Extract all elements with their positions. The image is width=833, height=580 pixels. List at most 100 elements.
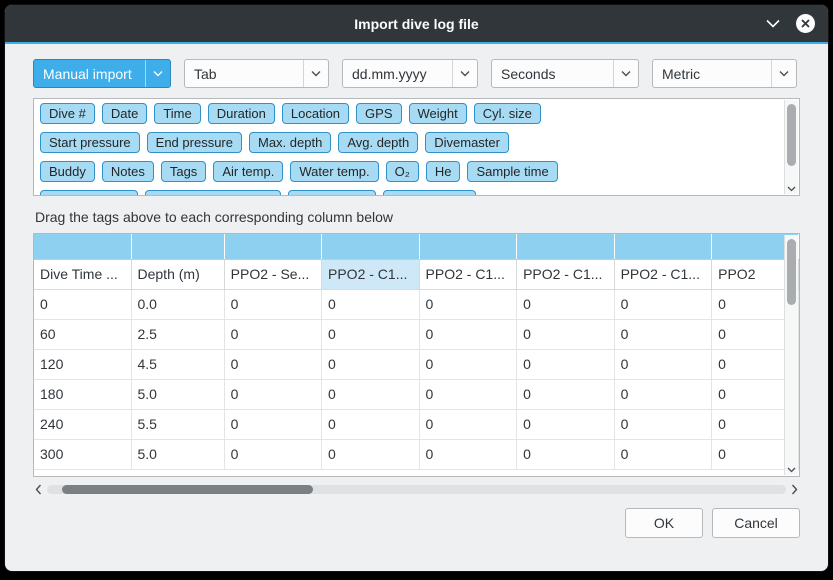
table-cell: 5.0 <box>131 379 224 409</box>
drop-target-cell[interactable] <box>224 234 321 259</box>
table-cell: 0 <box>322 439 420 469</box>
column-tag[interactable]: Time <box>154 103 200 124</box>
table-cell: 0 <box>322 319 420 349</box>
column-header[interactable]: Depth (m) <box>131 259 224 289</box>
column-tag[interactable]: Max. depth <box>249 132 331 153</box>
titlebar[interactable]: Import dive log file <box>5 5 828 42</box>
column-header[interactable]: PPO2 - Se... <box>224 259 321 289</box>
table-cell: 0 <box>224 349 321 379</box>
column-tag[interactable]: Weight <box>409 103 467 124</box>
chevron-down-icon <box>613 60 638 87</box>
table-cell: 5.0 <box>131 439 224 469</box>
table-cell: 0 <box>322 379 420 409</box>
column-tag[interactable]: End pressure <box>147 132 242 153</box>
tag-pool: Dive # Date Time Duration Location GPS Weight C… <box>33 98 800 196</box>
chevron-down-icon[interactable] <box>785 186 798 192</box>
drop-target-cell[interactable] <box>614 234 712 259</box>
column-tag[interactable]: Tags <box>161 161 206 182</box>
date-format-select[interactable]: dd.mm.yyyy <box>342 59 478 88</box>
table-hscrollbar[interactable] <box>33 482 800 496</box>
table-row: 602.5000000 <box>34 319 799 349</box>
table-cell: 0 <box>614 409 712 439</box>
column-tag[interactable]: Notes <box>102 161 154 182</box>
column-header[interactable]: PPO2 - C1... <box>614 259 712 289</box>
column-tag[interactable]: O₂ <box>386 161 419 182</box>
column-tag[interactable]: Location <box>282 103 349 124</box>
column-tag[interactable]: Buddy <box>40 161 95 182</box>
table-cell: 180 <box>34 379 131 409</box>
scrollbar-thumb[interactable] <box>787 104 796 166</box>
table-cell: 120 <box>34 349 131 379</box>
window-title: Import dive log file <box>354 16 478 32</box>
column-tag[interactable]: GPS <box>356 103 401 124</box>
column-tag[interactable]: Date <box>102 103 147 124</box>
import-mode-value: Manual import <box>43 66 132 82</box>
titlebar-buttons <box>766 5 816 42</box>
units-system-value: Metric <box>662 66 700 82</box>
hscrollbar-thumb[interactable] <box>62 485 313 494</box>
chevron-down-icon[interactable] <box>785 467 798 473</box>
table-cell: 0 <box>517 439 615 469</box>
hscrollbar-track[interactable] <box>47 485 786 494</box>
table-cell: 4.5 <box>131 349 224 379</box>
drop-target-cell[interactable] <box>419 234 517 259</box>
chevron-down-icon[interactable] <box>766 19 780 28</box>
column-tag[interactable]: Sample depth <box>40 190 138 196</box>
column-tag[interactable]: Sample pO₂ <box>288 190 376 196</box>
column-tag[interactable]: Sample temperature <box>145 190 281 196</box>
table-scrollbar[interactable] <box>784 235 798 475</box>
cancel-button[interactable]: Cancel <box>712 508 800 538</box>
chevron-left-icon[interactable] <box>35 484 42 495</box>
table-row: 00.0000000 <box>34 289 799 319</box>
column-header[interactable]: Dive Time ... <box>34 259 131 289</box>
table-cell: 0 <box>419 409 517 439</box>
duration-format-select[interactable]: Seconds <box>491 59 639 88</box>
column-tag[interactable]: Cyl. size <box>474 103 541 124</box>
column-header[interactable]: PPO2 - C1... <box>419 259 517 289</box>
import-mode-select[interactable]: Manual import <box>33 59 171 88</box>
column-tag[interactable]: Start pressure <box>40 132 140 153</box>
drop-target-cell[interactable] <box>322 234 420 259</box>
column-header[interactable]: PPO2 - C1... <box>517 259 615 289</box>
table-cell: 0 <box>517 409 615 439</box>
column-header[interactable]: PPO2 - C1... <box>322 259 420 289</box>
import-dialog-window: Import dive log file Manual import <box>4 4 829 572</box>
column-tag[interactable]: Duration <box>208 103 275 124</box>
drop-target-cell[interactable] <box>34 234 131 259</box>
tag-pool-scrollbar[interactable] <box>784 100 798 194</box>
column-tag[interactable]: Sample time <box>467 161 557 182</box>
close-button[interactable] <box>795 13 816 34</box>
table-cell: 0 <box>322 349 420 379</box>
chevron-down-icon <box>771 60 796 87</box>
field-separator-select[interactable]: Tab <box>184 59 329 88</box>
drag-hint-label: Drag the tags above to each correspondin… <box>35 209 800 225</box>
column-tag[interactable]: Sample CNS <box>383 190 476 196</box>
table-cell: 0 <box>224 289 321 319</box>
drop-target-cell[interactable] <box>517 234 615 259</box>
duration-format-value: Seconds <box>501 66 555 82</box>
tag-row: Dive # Date Time Duration Location GPS Weight C… <box>40 103 779 126</box>
date-format-value: dd.mm.yyyy <box>352 66 427 82</box>
table-cell: 0 <box>614 379 712 409</box>
table-header-row: Dive Time ...Depth (m)PPO2 - Se...PPO2 -… <box>34 259 799 289</box>
units-system-select[interactable]: Metric <box>652 59 797 88</box>
column-tag[interactable]: Avg. depth <box>338 132 418 153</box>
table-cell: 0 <box>224 319 321 349</box>
column-tag[interactable]: Divemaster <box>425 132 509 153</box>
ok-button[interactable]: OK <box>625 508 703 538</box>
column-tag[interactable]: Dive # <box>40 103 95 124</box>
column-tag[interactable]: He <box>426 161 461 182</box>
chevron-right-icon[interactable] <box>791 484 798 495</box>
scrollbar-thumb[interactable] <box>787 239 796 305</box>
dialog-buttons: OK Cancel <box>33 508 800 538</box>
drop-target-cell[interactable] <box>131 234 224 259</box>
tag-row: Sample depth Sample temperature Sample pO₂… <box>40 190 779 196</box>
column-tag[interactable]: Water temp. <box>290 161 378 182</box>
table-cell: 0 <box>419 439 517 469</box>
table-cell: 0 <box>322 289 420 319</box>
table-cell: 0 <box>614 439 712 469</box>
table-cell: 2.5 <box>131 319 224 349</box>
table-cell: 5.5 <box>131 409 224 439</box>
table-cell: 240 <box>34 409 131 439</box>
column-tag[interactable]: Air temp. <box>213 161 283 182</box>
